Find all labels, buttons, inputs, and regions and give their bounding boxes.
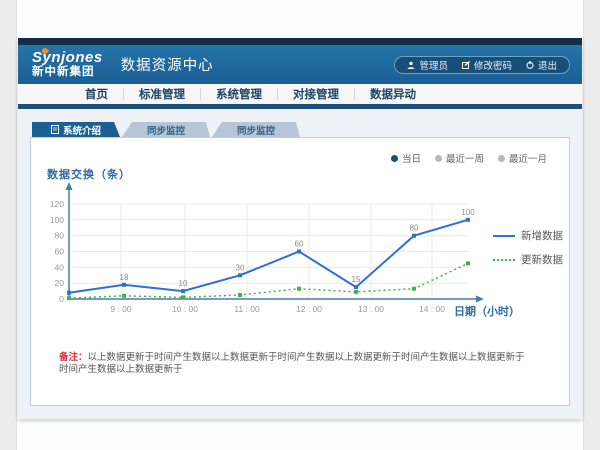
company-logo: Synjones 新中新集团	[32, 50, 103, 79]
chart-legend: 新增数据 更新数据	[493, 228, 563, 267]
footnote-prefix: 备注：	[59, 352, 88, 363]
logo-sub-text: 新中新集团	[32, 67, 103, 79]
footnote-text: 以上数据更新于时间产生数据以上数据更新于时间产生数据以上数据更新于时间产生数据以…	[59, 352, 525, 375]
nav-item-data-change[interactable]: 数据异动	[355, 86, 431, 102]
page-title: 数据资源中心	[121, 54, 214, 75]
radio-dot-icon	[498, 155, 505, 162]
footnote: 备注：以上数据更新于时间产生数据以上数据更新于时间产生数据以上数据更新于时间产生…	[59, 352, 529, 377]
svg-text:10: 10	[179, 279, 188, 288]
legend-update-data: 更新数据	[493, 252, 563, 267]
content-area: 系统介绍 同步监控 同步监控 当日 最近一周 最近一月 数据交换（条） 0204…	[18, 109, 582, 414]
chart-panel: 当日 最近一周 最近一月 数据交换（条） 0204060801001209 : …	[30, 137, 570, 406]
top-strip	[18, 38, 582, 45]
svg-text:10 : 00: 10 : 00	[172, 304, 198, 314]
radio-today[interactable]: 当日	[391, 151, 421, 165]
legend-new-data: 新增数据	[493, 228, 563, 243]
svg-text:80: 80	[55, 231, 65, 241]
tab-system-intro[interactable]: 系统介绍	[32, 122, 120, 137]
svg-text:18: 18	[120, 273, 129, 282]
radio-last-month[interactable]: 最近一月	[498, 151, 547, 165]
logout-button[interactable]: 退出	[526, 58, 557, 72]
nav-item-home[interactable]: 首页	[70, 86, 123, 102]
tab-sync-monitor-1[interactable]: 同步监控	[122, 122, 210, 137]
svg-text:14 : 00: 14 : 00	[419, 304, 445, 314]
svg-text:9 : 00: 9 : 00	[110, 304, 132, 314]
tab-sync-monitor-2[interactable]: 同步监控	[212, 122, 300, 137]
radio-label: 当日	[402, 151, 421, 165]
svg-text:15: 15	[352, 275, 361, 284]
svg-text:13 : 00: 13 : 00	[358, 304, 384, 314]
legend-label: 新增数据	[521, 228, 563, 243]
svg-text:30: 30	[236, 263, 245, 272]
admin-user-label: 管理员	[419, 58, 448, 72]
admin-user-button[interactable]: 管理员	[407, 58, 448, 72]
radio-dot-icon	[391, 155, 398, 162]
svg-text:20: 20	[55, 278, 65, 288]
edit-icon	[462, 61, 470, 69]
radio-last-week[interactable]: 最近一周	[435, 151, 484, 165]
user-menu: 管理员 修改密码 退出	[394, 56, 570, 74]
header: Synjones 新中新集团 数据资源中心 管理员 修改密码 退出	[18, 45, 582, 84]
legend-dotted-line-icon	[493, 259, 515, 261]
nav-item-standard-mgmt[interactable]: 标准管理	[124, 86, 200, 102]
tab-label: 系统介绍	[63, 123, 101, 137]
line-chart: 0 20 40 60 80 100 120 9 : 00 10 : 00 11 : 00 12 : …	[31, 178, 571, 338]
tab-label: 同步监控	[147, 123, 185, 137]
svg-text:60: 60	[295, 240, 304, 249]
svg-text:40: 40	[55, 262, 65, 272]
svg-text:80: 80	[410, 224, 419, 233]
radio-dot-icon	[435, 155, 442, 162]
time-range-radios: 当日 最近一周 最近一月	[391, 151, 547, 165]
power-icon	[526, 61, 534, 69]
app-window: Synjones 新中新集团 数据资源中心 管理员 修改密码 退出 首页 标准管…	[18, 38, 582, 419]
document-icon	[51, 125, 59, 134]
legend-label: 更新数据	[521, 252, 563, 267]
legend-solid-line-icon	[493, 235, 515, 237]
svg-text:11 : 00: 11 : 00	[234, 304, 260, 314]
svg-text:12 : 00: 12 : 00	[296, 304, 322, 314]
nav-item-integration-mgmt[interactable]: 对接管理	[278, 86, 354, 102]
svg-text:100: 100	[461, 208, 475, 217]
radio-label: 最近一月	[509, 151, 547, 165]
change-password-label: 修改密码	[474, 58, 512, 72]
change-password-button[interactable]: 修改密码	[462, 58, 512, 72]
user-icon	[407, 61, 415, 69]
tab-bar: 系统介绍 同步监控 同步监控	[32, 122, 302, 137]
svg-text:0: 0	[59, 294, 64, 304]
logout-label: 退出	[538, 58, 557, 72]
svg-text:60: 60	[55, 247, 65, 257]
svg-text:100: 100	[50, 215, 64, 225]
tab-label: 同步监控	[237, 123, 275, 137]
nav-item-system-mgmt[interactable]: 系统管理	[201, 86, 277, 102]
main-nav: 首页 标准管理 系统管理 对接管理 数据异动	[18, 84, 582, 109]
svg-text:120: 120	[50, 199, 64, 209]
page-gutter-left	[0, 0, 17, 450]
page-gutter-right	[583, 0, 600, 450]
radio-label: 最近一周	[446, 151, 484, 165]
